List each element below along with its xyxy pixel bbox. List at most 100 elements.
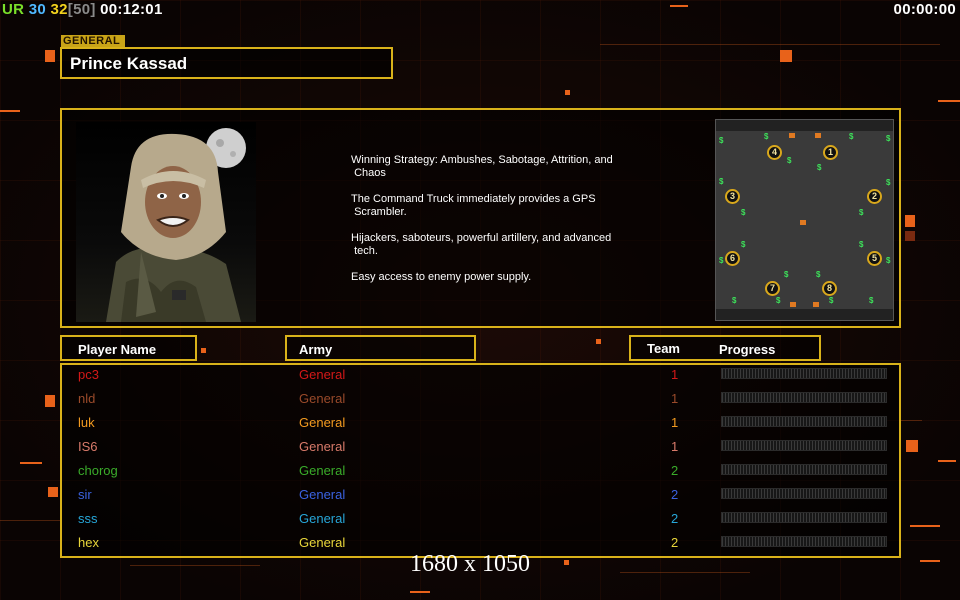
table-row[interactable]: nld General 1 (62, 388, 899, 412)
countdown-timer: 00:00:00 (893, 1, 956, 18)
loading-progress-bar (721, 392, 887, 403)
hud-stats: UR 30 32[50] 00:12:01 (2, 1, 163, 18)
cash-icon: $ (784, 270, 789, 279)
deco-line (0, 110, 20, 112)
oil-derrick-icon (789, 133, 795, 138)
table-row[interactable]: chorog General 2 (62, 460, 899, 484)
stat-b: 32 (50, 1, 68, 18)
map-edge (716, 120, 893, 131)
portrait-image (106, 128, 246, 322)
resolution-label: 1680 x 1050 (410, 551, 530, 577)
cash-icon: $ (776, 296, 781, 305)
cash-icon: $ (732, 296, 737, 305)
army-header[interactable]: Army (285, 335, 476, 361)
player-name-header[interactable]: Player Name (60, 335, 197, 361)
cash-icon: $ (719, 256, 724, 265)
cash-icon: $ (849, 132, 854, 141)
spawn-marker-7[interactable]: 7 (765, 281, 780, 296)
deco-line (0, 520, 60, 521)
general-info-panel: Winning Strategy: Ambushes, Sabotage, At… (60, 108, 901, 328)
cash-icon: $ (886, 178, 891, 187)
deco-square (565, 90, 570, 95)
player-name: chorog (78, 463, 118, 478)
cash-icon: $ (816, 270, 821, 279)
loading-progress-bar (721, 368, 887, 379)
deco-square (201, 348, 206, 353)
player-table: pc3 General 1 nld General 1 luk General 1 IS6 Gene… (60, 363, 901, 558)
player-team: 1 (671, 391, 679, 406)
spawn-marker-8[interactable]: 8 (822, 281, 837, 296)
loading-progress-bar (721, 488, 887, 499)
cash-icon: $ (764, 132, 769, 141)
spawn-marker-5[interactable]: 5 (867, 251, 882, 266)
deco-line (620, 572, 750, 573)
stat-a: 30 (28, 1, 47, 18)
player-army: General (299, 391, 346, 406)
player-name: pc3 (78, 367, 99, 382)
table-row[interactable]: pc3 General 1 (62, 364, 899, 388)
loading-progress-bar (721, 416, 887, 427)
cash-icon: $ (859, 208, 864, 217)
spawn-marker-4[interactable]: 4 (767, 145, 782, 160)
spawn-marker-3[interactable]: 3 (725, 189, 740, 204)
player-name: hex (78, 535, 99, 550)
strategy-text: Winning Strategy: Ambushes, Sabotage, At… (351, 154, 613, 179)
player-name: luk (78, 415, 95, 430)
player-name: sss (78, 511, 98, 526)
table-row[interactable]: sir General 2 (62, 484, 899, 508)
player-army: General (299, 463, 346, 478)
player-army: General (299, 439, 346, 454)
general-description: Winning Strategy: Ambushes, Sabotage, At… (351, 154, 631, 297)
elapsed-time: 00:12:01 (100, 1, 163, 18)
deco-line (410, 591, 430, 593)
spawn-marker-6[interactable]: 6 (725, 251, 740, 266)
cash-icon: $ (859, 240, 864, 249)
deco-square (564, 560, 569, 565)
map-preview: 4 1 3 2 6 5 7 8 $ $ $ $ $ $ $ $ $ $ $ $ … (715, 119, 894, 321)
map-edge (716, 309, 893, 320)
cash-icon: $ (886, 134, 891, 143)
player-team: 2 (671, 535, 679, 550)
deco-line (938, 100, 960, 102)
player-team: 2 (671, 487, 679, 502)
cash-icon: $ (719, 136, 724, 145)
player-name: nld (78, 391, 96, 406)
player-team: 1 (671, 439, 679, 454)
player-army: General (299, 511, 346, 526)
oil-derrick-icon (815, 133, 821, 138)
player-name: IS6 (78, 439, 98, 454)
oil-derrick-icon (800, 220, 806, 225)
player-team: 2 (671, 463, 679, 478)
progress-header-label: Progress (719, 342, 776, 357)
spawn-marker-1[interactable]: 1 (823, 145, 838, 160)
loading-progress-bar (721, 512, 887, 523)
deco-square (905, 231, 915, 241)
deco-line (20, 462, 42, 464)
player-team: 1 (671, 367, 679, 382)
deco-square (780, 50, 792, 62)
cash-icon: $ (787, 156, 792, 165)
cash-icon: $ (886, 256, 891, 265)
table-row[interactable]: luk General 1 (62, 412, 899, 436)
oil-derrick-icon (790, 302, 796, 307)
deco-line (938, 460, 956, 462)
oil-derrick-icon (813, 302, 819, 307)
player-team: 1 (671, 415, 679, 430)
deco-square (906, 440, 918, 452)
cash-icon: $ (741, 208, 746, 217)
player-army: General (299, 415, 346, 430)
table-row[interactable]: sss General 2 (62, 508, 899, 532)
team-progress-header[interactable]: Team Progress (629, 335, 821, 361)
command-truck-text: The Command Truck immediately provides a… (351, 193, 596, 218)
team-header-label: Team (647, 341, 680, 356)
deco-line (920, 560, 940, 562)
general-name-panel: Prince Kassad (60, 47, 393, 79)
cash-icon: $ (741, 240, 746, 249)
player-name-header-label: Player Name (78, 342, 157, 357)
loading-progress-bar (721, 464, 887, 475)
loading-progress-bar (721, 440, 887, 451)
general-portrait (76, 122, 256, 322)
table-row[interactable]: IS6 General 1 (62, 436, 899, 460)
spawn-marker-2[interactable]: 2 (867, 189, 882, 204)
units-text: Hijackers, saboteurs, powerful artillery… (351, 232, 612, 257)
